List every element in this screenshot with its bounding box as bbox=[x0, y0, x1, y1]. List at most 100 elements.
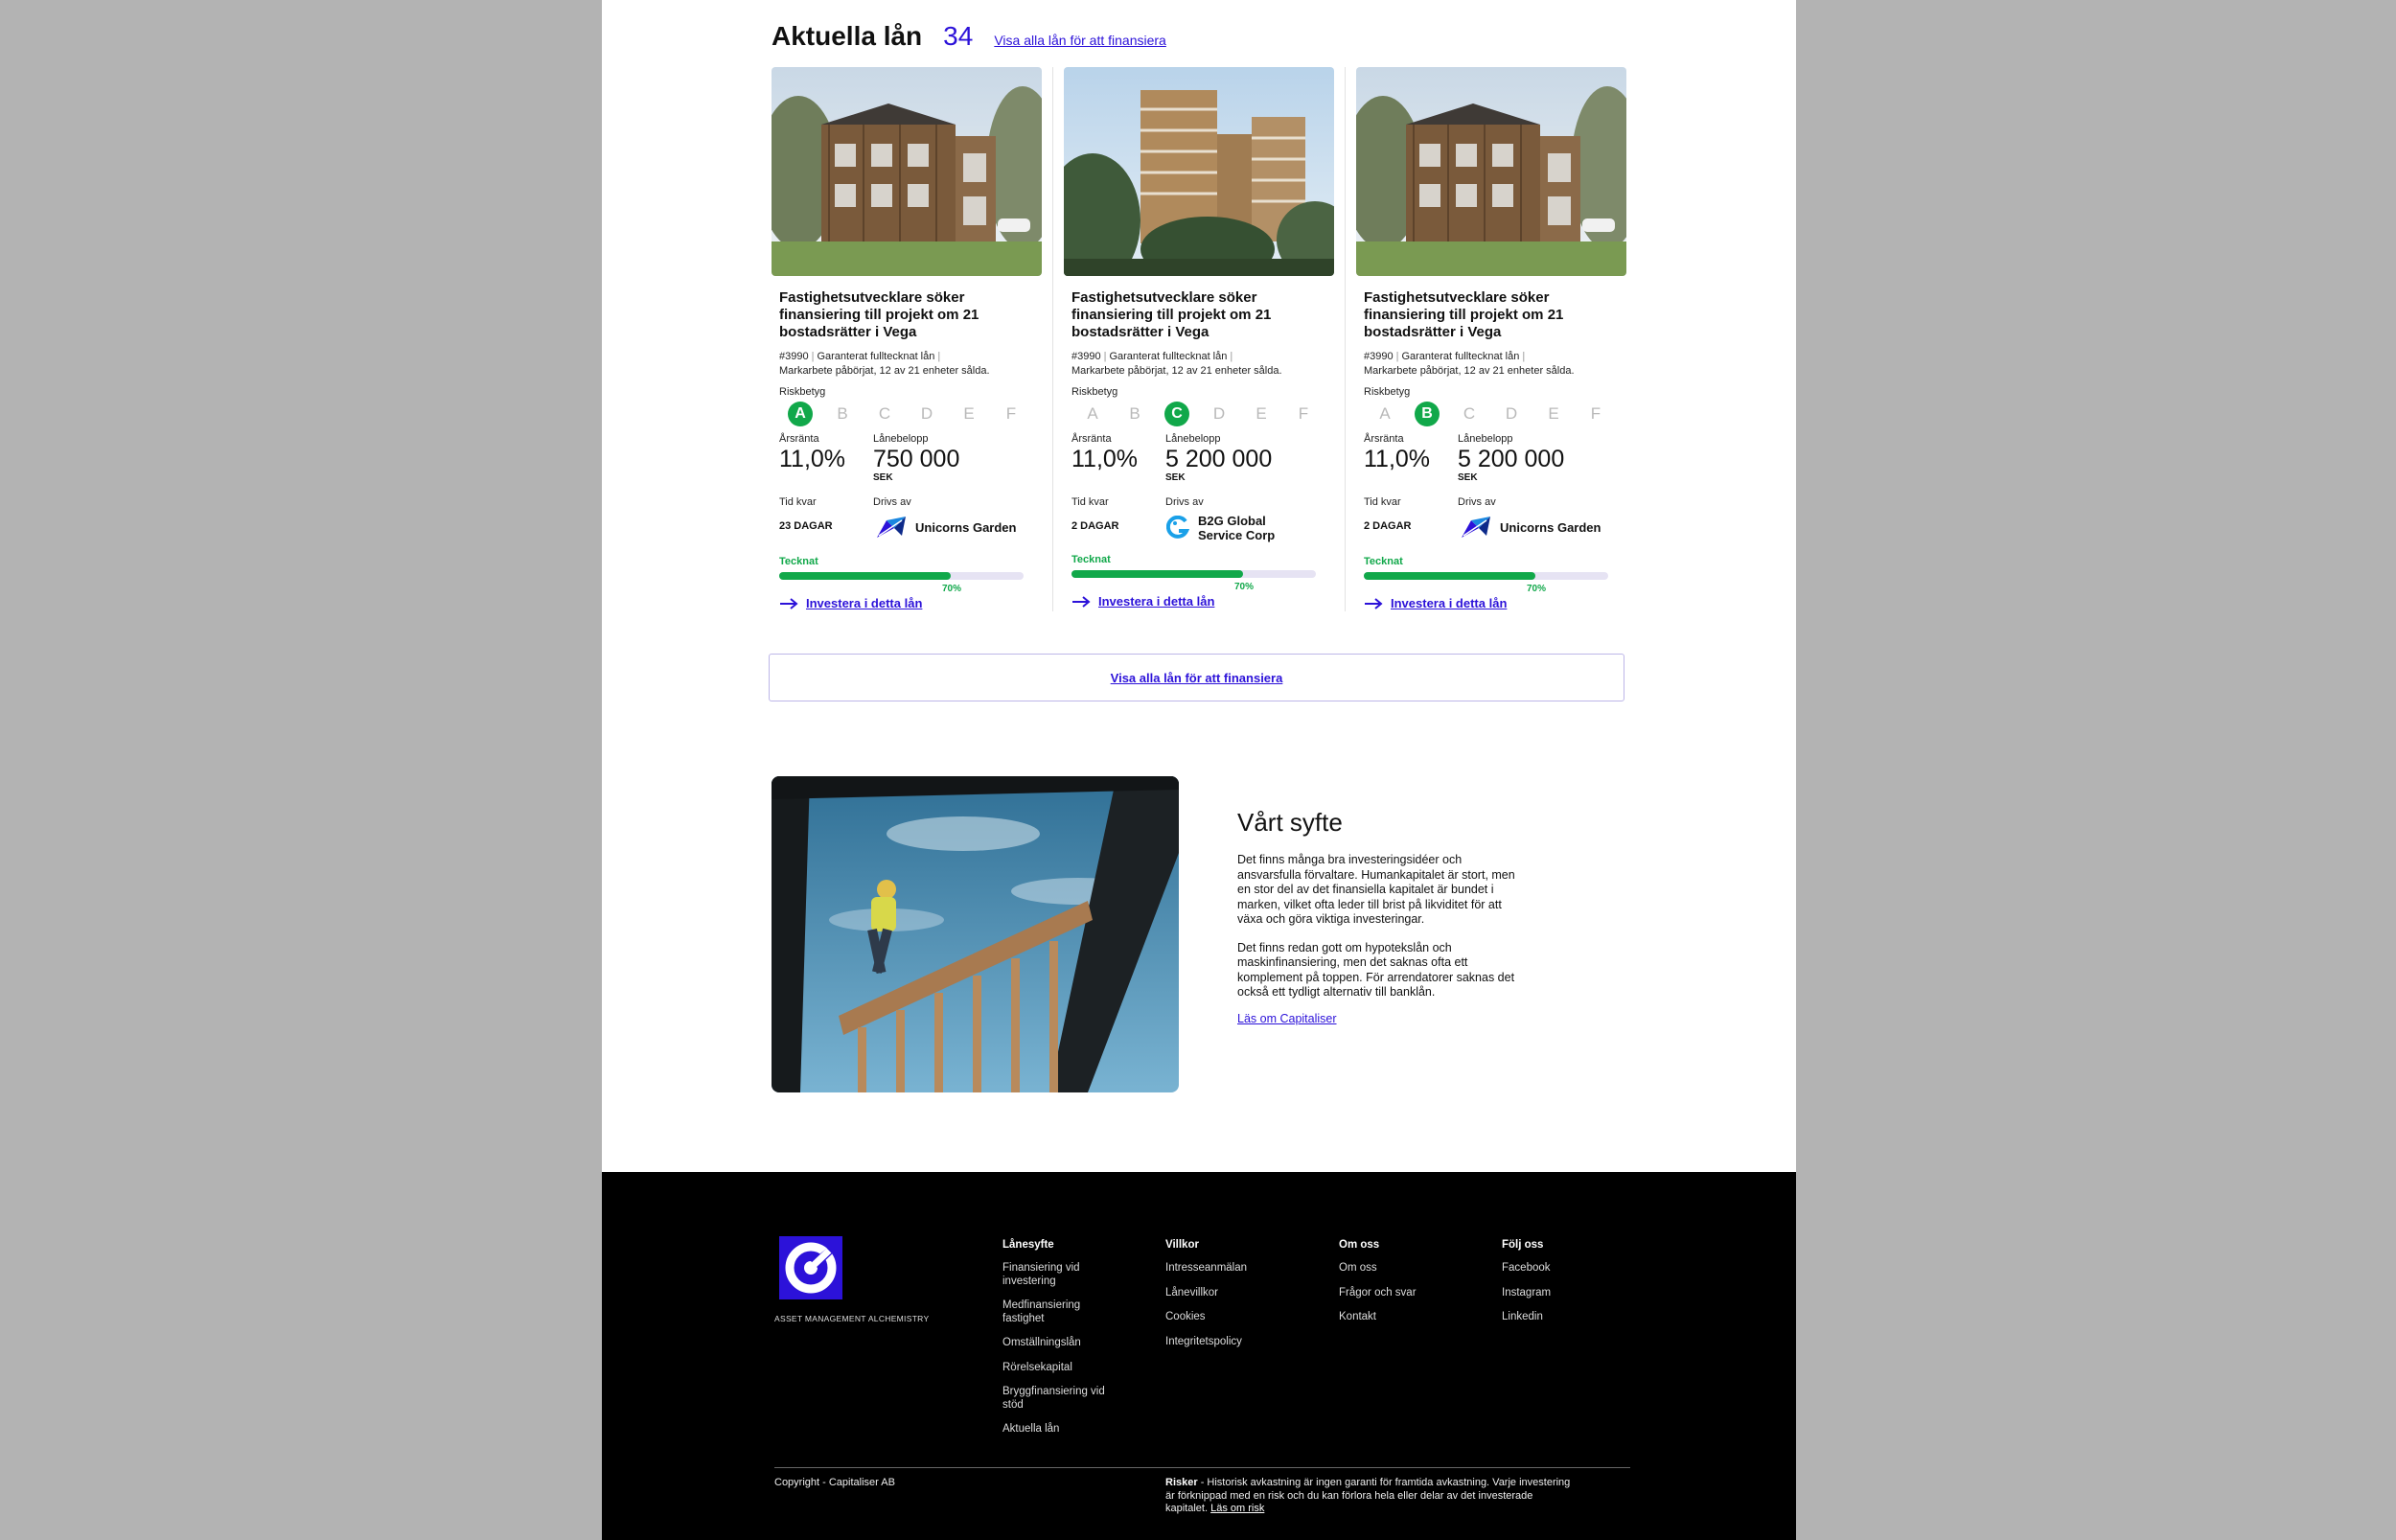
rate-label: Årsränta bbox=[1071, 433, 1112, 445]
footer-link[interactable]: Omställningslån bbox=[1002, 1337, 1108, 1350]
subscribed-progress-bar bbox=[779, 572, 1024, 580]
view-all-loans-button[interactable]: Visa alla lån för att finansiera bbox=[769, 654, 1624, 701]
invest-link[interactable]: Investera i detta lån bbox=[779, 596, 1034, 610]
risk-grade-b: B bbox=[1129, 404, 1140, 423]
loan-note: Markarbete påbörjat, 12 av 21 enheter så… bbox=[1364, 365, 1575, 377]
subscribed-label: Tecknat bbox=[1071, 554, 1111, 565]
footer-divider bbox=[774, 1467, 1630, 1468]
card-divider bbox=[1052, 67, 1053, 611]
amount-label: Lånebelopp bbox=[873, 433, 929, 445]
arrow-right-icon bbox=[780, 597, 798, 609]
footer-column-title: Villkor bbox=[1165, 1239, 1199, 1251]
view-all-loans-button-label[interactable]: Visa alla lån för att finansiera bbox=[1111, 671, 1283, 685]
footer-link[interactable]: Cookies bbox=[1165, 1311, 1247, 1324]
purpose-title: Vårt syfte bbox=[1237, 808, 1343, 837]
risk-grade-f: F bbox=[1005, 404, 1017, 423]
risk-label: Riskbetyg bbox=[1364, 386, 1411, 398]
footer-link[interactable]: Bryggfinansiering vid stöd bbox=[1002, 1386, 1108, 1412]
loan-tag: Garanterat fulltecknat lån bbox=[817, 351, 935, 362]
loan-title: Fastighetsutvecklare söker finansiering … bbox=[779, 289, 979, 340]
risk-title: Risker bbox=[1165, 1477, 1198, 1488]
invest-link-label[interactable]: Investera i detta lån bbox=[1391, 596, 1507, 610]
risk-grade-a: A bbox=[1087, 404, 1098, 423]
amount-unit: SEK bbox=[1165, 472, 1186, 483]
rate-value: 11,0% bbox=[1071, 446, 1139, 472]
loan-card[interactable]: Fastighetsutvecklare söker finansiering … bbox=[1064, 67, 1334, 632]
loan-card[interactable]: Fastighetsutvecklare söker finansiering … bbox=[1356, 67, 1626, 632]
amount-label: Lånebelopp bbox=[1165, 433, 1221, 445]
progress-fill bbox=[1071, 570, 1243, 578]
rate-value: 11,0% bbox=[1364, 446, 1431, 472]
risk-grade-d: D bbox=[920, 404, 933, 423]
risk-label: Riskbetyg bbox=[779, 386, 826, 398]
footer-column-om-oss: Om oss Om oss Frågor och svar Kontakt bbox=[1339, 1239, 1417, 1336]
loan-id: #3990 bbox=[779, 351, 809, 362]
footer-link[interactable]: Kontakt bbox=[1339, 1311, 1417, 1324]
company-name: B2G Global Service Corp bbox=[1198, 514, 1276, 542]
risk-grade-a: A bbox=[779, 401, 821, 427]
run-by-label: Drivs av bbox=[873, 496, 911, 508]
view-all-loans-link[interactable]: Visa alla lån för att finansiera bbox=[994, 33, 1166, 48]
loan-tag: Garanterat fulltecknat lån bbox=[1401, 351, 1520, 362]
footer-link[interactable]: Instagram bbox=[1502, 1287, 1551, 1300]
footer-link[interactable]: Frågor och svar bbox=[1339, 1287, 1417, 1300]
subscribed-percent: 70% bbox=[1526, 584, 1546, 594]
loans-header: Aktuella lån 34 Visa alla lån för att fi… bbox=[772, 21, 1166, 52]
footer-link[interactable]: Finansiering vid investering bbox=[1002, 1262, 1098, 1288]
invest-link-label[interactable]: Investera i detta lån bbox=[806, 596, 922, 610]
purpose-paragraph: Det finns redan gott om hypotekslån och … bbox=[1237, 940, 1515, 1000]
rate-label: Årsränta bbox=[1364, 433, 1404, 445]
risk-grade-b: B bbox=[1406, 401, 1448, 427]
footer-link[interactable]: Om oss bbox=[1339, 1262, 1417, 1276]
footer-link[interactable]: Intresseanmälan bbox=[1165, 1262, 1247, 1276]
read-about-risk-link[interactable]: Läs om risk bbox=[1210, 1503, 1264, 1514]
read-about-link[interactable]: Läs om Capitaliser bbox=[1237, 1012, 1515, 1025]
unicorns-garden-logo-icon bbox=[873, 514, 908, 540]
subscribed-percent: 70% bbox=[941, 584, 961, 594]
footer-link[interactable]: Rörelsekapital bbox=[1002, 1362, 1108, 1375]
loan-card[interactable]: Fastighetsutvecklare söker finansiering … bbox=[772, 67, 1042, 632]
footer-link[interactable]: Aktuella lån bbox=[1002, 1423, 1108, 1437]
risk-grade-c: C bbox=[878, 404, 891, 423]
arrow-right-icon bbox=[1072, 595, 1091, 608]
footer-tagline: ASSET MANAGEMENT ALCHEMISTRY bbox=[774, 1314, 930, 1323]
building-image bbox=[1356, 67, 1626, 276]
loans-title: Aktuella lån bbox=[772, 21, 923, 51]
risk-ratings: ABCDEF bbox=[1364, 401, 1619, 427]
copyright: Copyright - Capitaliser AB bbox=[774, 1477, 895, 1488]
footer-link[interactable]: Lånevillkor bbox=[1165, 1287, 1247, 1300]
time-left-value: 23 DAGAR bbox=[779, 520, 833, 532]
footer-link[interactable]: Facebook bbox=[1502, 1262, 1551, 1276]
risk-grade-c: C bbox=[1156, 401, 1198, 427]
run-by-label: Drivs av bbox=[1458, 496, 1496, 508]
capitaliser-logo-icon[interactable] bbox=[779, 1236, 842, 1304]
company-name: Unicorns Garden bbox=[915, 519, 1017, 535]
footer-column-title: Lånesyfte bbox=[1002, 1239, 1054, 1251]
subscribed-progress-bar bbox=[1364, 572, 1608, 580]
risk-grade-b: B bbox=[837, 404, 848, 423]
footer-link[interactable]: Linkedin bbox=[1502, 1311, 1551, 1324]
invest-link[interactable]: Investera i detta lån bbox=[1364, 596, 1619, 610]
footer-link[interactable]: Medfinansiering fastighet bbox=[1002, 1299, 1098, 1325]
amount-unit: SEK bbox=[873, 472, 893, 483]
subscribed-label: Tecknat bbox=[779, 556, 818, 567]
risk-disclaimer: Risker - Historisk avkastning är ingen g… bbox=[1165, 1477, 1578, 1516]
loan-meta: #3990 | Garanterat fulltecknat lån | Markar… bbox=[779, 351, 990, 377]
arrow-right-icon bbox=[1365, 597, 1383, 609]
loan-meta: #3990 | Garanterat fulltecknat lån | Markar… bbox=[1071, 351, 1282, 377]
building-image bbox=[1064, 67, 1334, 276]
loan-title: Fastighetsutvecklare söker finansiering … bbox=[1071, 289, 1272, 340]
risk-grade-e: E bbox=[1548, 404, 1559, 423]
b2g-logo-icon bbox=[1165, 515, 1190, 541]
risk-grade-f: F bbox=[1298, 404, 1309, 423]
progress-fill bbox=[779, 572, 951, 580]
invest-link-label[interactable]: Investera i detta lån bbox=[1098, 594, 1214, 609]
footer-link[interactable]: Integritetspolicy bbox=[1165, 1336, 1247, 1349]
risk-grade-e: E bbox=[963, 404, 975, 423]
subscribed-progress-bar bbox=[1071, 570, 1316, 578]
amount-value: 750 000 bbox=[873, 446, 960, 472]
purpose-paragraph: Det finns många bra investeringsidéer oc… bbox=[1237, 853, 1515, 926]
risk-ratings: AB C D E F bbox=[779, 401, 1034, 427]
invest-link[interactable]: Investera i detta lån bbox=[1071, 594, 1326, 609]
risk-grade-e: E bbox=[1256, 404, 1267, 423]
